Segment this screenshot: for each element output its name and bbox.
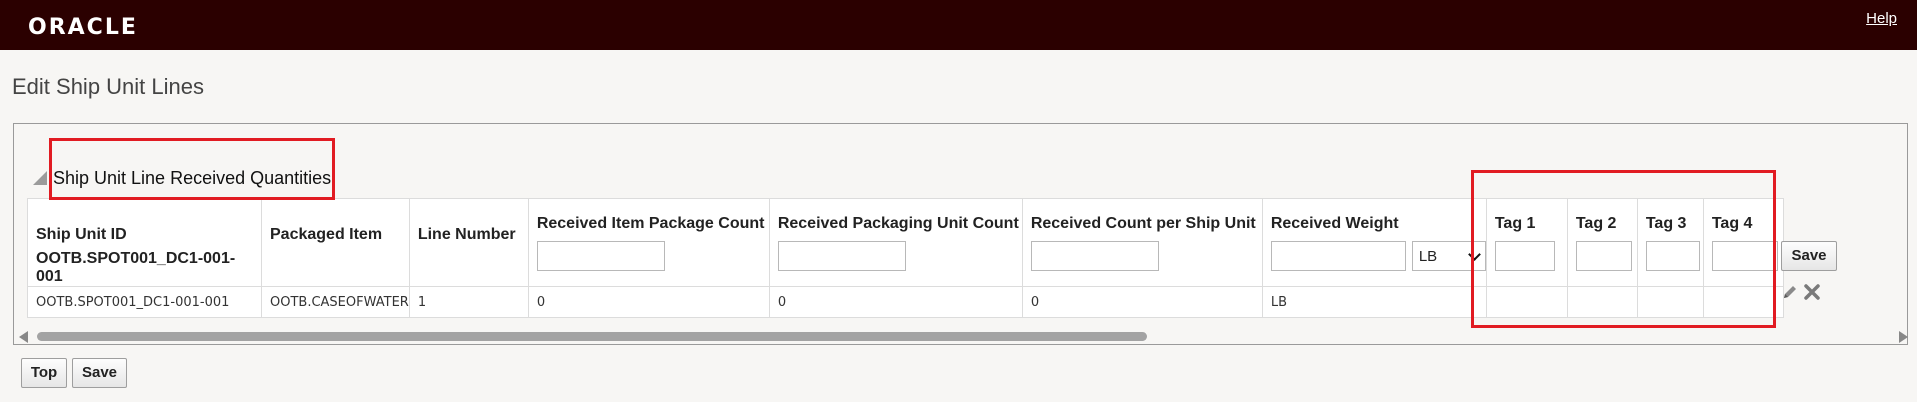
col-rec-count-per-su: Received Count per Ship Unit	[1021, 198, 1263, 287]
scroll-right-icon[interactable]	[1899, 331, 1908, 343]
save-button[interactable]: Save	[72, 358, 127, 388]
col-ship-unit-id-label: Ship Unit ID	[36, 226, 127, 243]
rec-pkg-unit-count-input[interactable]	[777, 241, 906, 271]
col-rec-count-per-su-label: Received Count per Ship Unit	[1030, 215, 1256, 232]
scroll-thumb[interactable]	[37, 332, 1147, 341]
oracle-logo: ORACLE	[28, 15, 138, 40]
cell-rec-count-per-su: 0	[1021, 286, 1263, 318]
cell-line-number: 1	[408, 286, 529, 318]
col-rec-weight: Received Weight LB	[1261, 198, 1487, 287]
col-rec-pkg-unit-count: Received Packaging Unit Count	[768, 198, 1023, 287]
col-rec-weight-label: Received Weight	[1270, 215, 1399, 232]
horizontal-scrollbar[interactable]	[19, 329, 1908, 343]
pencil-icon[interactable]	[1781, 283, 1799, 306]
cell-rec-pkg-unit-count: 0	[768, 286, 1023, 318]
col-packaged-item-label: Packaged Item	[270, 226, 383, 243]
row-actions	[1781, 283, 1821, 306]
cell-packaged-item: OOTB.CASEOFWATER	[261, 286, 410, 318]
rec-item-pkg-count-input[interactable]	[536, 241, 665, 271]
top-bar: ORACLE Help	[0, 0, 1917, 50]
col-line-number: Line Number	[408, 198, 529, 287]
col-rec-pkg-unit-count-label: Received Packaging Unit Count	[777, 215, 1019, 232]
col-rec-item-pkg-count-label: Received Item Package Count	[536, 215, 765, 232]
cell-ship-unit-id: OOTB.SPOT001_DC1-001-001	[27, 286, 262, 318]
ship-unit-id-value: OOTB.SPOT001_DC1-001-001	[36, 250, 236, 285]
col-packaged-item: Packaged Item	[261, 198, 410, 287]
collapse-toggle-icon[interactable]	[33, 171, 47, 185]
weight-unit-value: LB	[1418, 247, 1438, 265]
row-save-button[interactable]: Save	[1781, 241, 1837, 271]
rec-weight-input[interactable]	[1270, 241, 1406, 271]
close-icon[interactable]	[1803, 283, 1821, 306]
col-ship-unit-id: Ship Unit ID OOTB.SPOT001_DC1-001-001	[27, 198, 262, 287]
page-title: Edit Ship Unit Lines	[12, 74, 204, 99]
cell-rec-weight: LB	[1261, 286, 1487, 318]
top-button[interactable]: Top	[21, 358, 67, 388]
help-link[interactable]: Help	[1866, 10, 1897, 27]
cell-rec-item-pkg-count: 0	[527, 286, 770, 318]
rec-count-per-su-input[interactable]	[1030, 241, 1159, 271]
highlight-box-section-title	[49, 138, 335, 200]
col-line-number-label: Line Number	[417, 226, 516, 243]
scroll-left-icon[interactable]	[19, 331, 28, 343]
col-rec-item-pkg-count: Received Item Package Count	[527, 198, 770, 287]
highlight-box-tags	[1471, 170, 1776, 328]
